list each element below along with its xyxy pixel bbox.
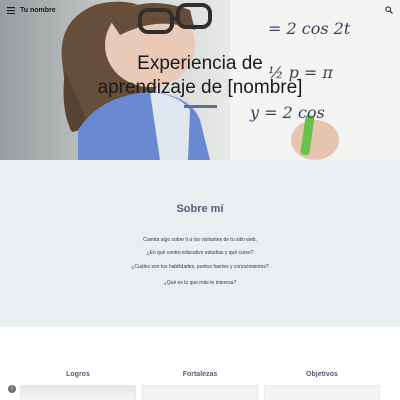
info-icon[interactable]: i	[8, 385, 16, 393]
about-section: Sobre mí Cuenta algo sobre ti a los visi…	[0, 160, 400, 327]
hero-title-line-1: Experiencia de	[137, 53, 263, 74]
card-title-logros: Logros	[66, 371, 90, 378]
card-image-logros	[20, 385, 136, 400]
about-line-3: ¿Cuáles son tus habilidades, puntos fuer…	[131, 264, 269, 270]
highlights-section: Logros Fortalezas Objetivos	[0, 327, 400, 400]
hero-title: Experiencia de aprendizaje de [nombre]	[60, 52, 340, 100]
about-line-1: Cuenta algo sobre ti a los visitantes de…	[143, 237, 257, 243]
hero-title-line-2: aprendizaje de [nombre]	[97, 77, 303, 98]
menu-icon[interactable]	[4, 3, 18, 17]
card-title-objetivos: Objetivos	[306, 371, 338, 378]
site-name[interactable]: Tu nombre	[20, 7, 56, 14]
about-line-4: ¿Qué es lo que más te interesa?	[163, 280, 237, 286]
about-title: Sobre mí	[176, 203, 224, 215]
card-image-fortalezas	[142, 385, 258, 400]
about-line-2: ¿En qué centro educativo estudias y qué …	[146, 250, 254, 256]
hero-title-underline	[184, 105, 217, 108]
card-title-fortalezas: Fortalezas	[182, 371, 218, 378]
top-bar: Tu nombre	[0, 0, 400, 20]
card-image-objetivos	[264, 385, 380, 400]
